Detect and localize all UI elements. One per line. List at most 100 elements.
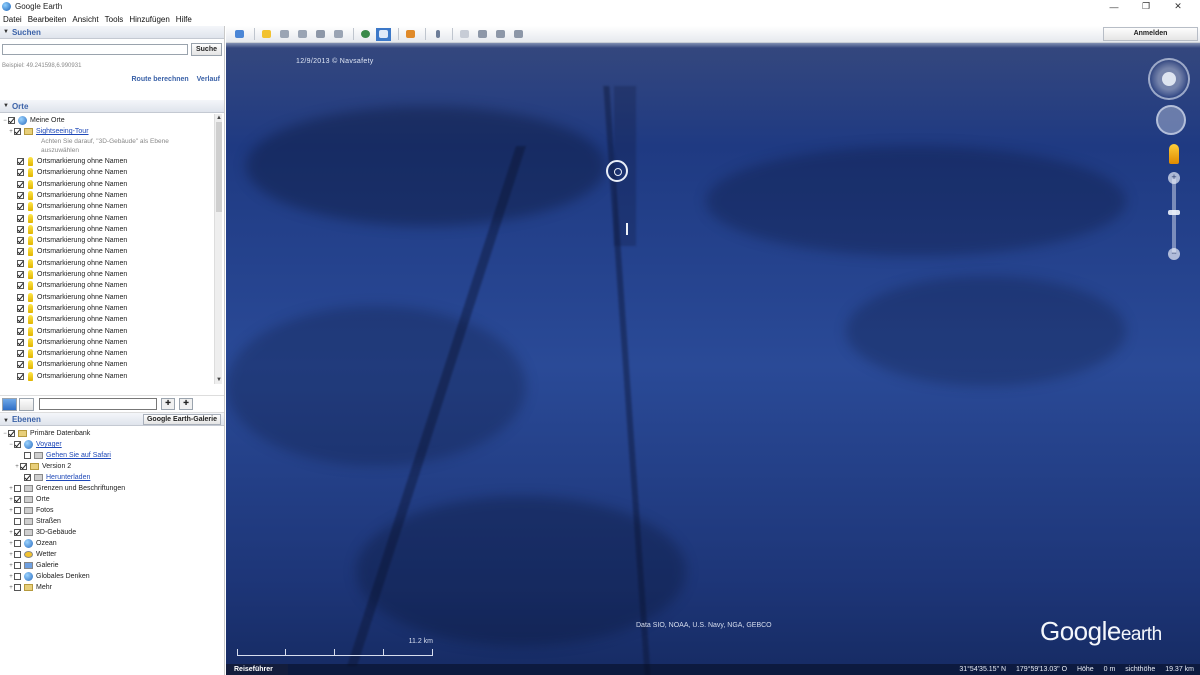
save-image-button[interactable] <box>493 28 508 41</box>
layer-buildings[interactable]: + 3D-Gebäude <box>8 527 76 538</box>
checkbox[interactable] <box>8 430 15 437</box>
layer-link[interactable]: Herunterladen <box>46 474 90 481</box>
checkbox[interactable] <box>14 573 21 580</box>
layer-primary[interactable]: − Primäre Datenbank <box>2 428 90 439</box>
checkbox[interactable] <box>17 259 24 267</box>
placemark-item[interactable]: Ortsmarkierung ohne Namen <box>17 179 127 190</box>
checkbox[interactable] <box>17 293 24 301</box>
checkbox[interactable] <box>17 372 24 380</box>
layer-link[interactable]: Voyager <box>36 441 62 448</box>
layers-view-button[interactable] <box>19 397 34 411</box>
sign-in-button[interactable]: Anmelden <box>1103 27 1198 41</box>
layer-photos[interactable]: + Fotos <box>8 505 54 516</box>
print-button[interactable] <box>475 28 490 41</box>
tree-link[interactable]: Sightseeing-Tour <box>36 128 89 135</box>
layer-link[interactable]: Gehen Sie auf Safari <box>46 452 111 459</box>
street-view-pegman-icon[interactable] <box>1169 144 1179 164</box>
places-scrollbar[interactable]: ▲ ▼ <box>214 114 222 384</box>
close-button[interactable]: ✕ <box>1162 1 1194 12</box>
checkbox[interactable] <box>17 169 24 177</box>
menu-ansicht[interactable]: Ansicht <box>69 15 101 24</box>
placemark-item[interactable]: Ortsmarkierung ohne Namen <box>17 337 127 348</box>
placemark-item[interactable]: Ortsmarkierung ohne Namen <box>17 303 127 314</box>
placemark-item[interactable]: Ortsmarkierung ohne Namen <box>17 269 127 280</box>
placemark-item[interactable]: Ortsmarkierung ohne Namen <box>17 235 127 246</box>
checkbox[interactable] <box>17 248 24 256</box>
placemark-item[interactable]: Ortsmarkierung ohne Namen <box>17 246 127 257</box>
tour-guide-button[interactable]: Reiseführer <box>226 664 288 675</box>
layer-borders[interactable]: + Grenzen und Beschriftungen <box>8 483 125 494</box>
ruler-button[interactable] <box>430 28 445 41</box>
menu-hilfe[interactable]: Hilfe <box>173 15 195 24</box>
checkbox[interactable] <box>14 529 21 536</box>
placemark-item[interactable]: Ortsmarkierung ohne Namen <box>17 167 127 178</box>
checkbox[interactable] <box>8 117 15 124</box>
placemark-button[interactable] <box>259 28 274 41</box>
placemark-item[interactable]: Ortsmarkierung ohne Namen <box>17 326 127 337</box>
look-around-control[interactable] <box>1148 58 1190 100</box>
record-tour-button[interactable] <box>331 28 346 41</box>
layer-download[interactable]: Herunterladen <box>24 472 90 483</box>
checkbox[interactable] <box>17 304 24 312</box>
zoom-slider[interactable] <box>1172 178 1176 254</box>
zoom-out-button[interactable]: − <box>1168 248 1180 260</box>
up-arrow-icon[interactable]: ✚ <box>179 398 193 410</box>
planets-button[interactable] <box>403 28 418 41</box>
sidebar-toggle-button[interactable] <box>232 28 247 41</box>
layer-version[interactable]: + Version 2 <box>14 461 71 472</box>
checkbox[interactable] <box>17 282 24 290</box>
menu-tools[interactable]: Tools <box>102 15 127 24</box>
menu-hinzufuegen[interactable]: Hinzufügen <box>126 15 172 24</box>
earth-view[interactable]: Anmelden 12/9/2013 © Navsafety + − Data … <box>226 26 1200 675</box>
placemark-item[interactable]: Ortsmarkierung ohne Namen <box>17 314 127 325</box>
checkbox[interactable] <box>14 584 21 591</box>
placemark-item[interactable]: Ortsmarkierung ohne Namen <box>17 359 127 370</box>
placemark-item[interactable]: Ortsmarkierung ohne Namen <box>17 348 127 359</box>
menu-bearbeiten[interactable]: Bearbeiten <box>25 15 70 24</box>
layer-roads[interactable]: Straßen <box>8 516 61 527</box>
search-button[interactable]: Suche <box>191 43 222 56</box>
compass-icon[interactable] <box>1162 72 1176 86</box>
route-link[interactable]: Route berechnen <box>132 76 189 83</box>
checkbox[interactable] <box>14 441 21 448</box>
checkbox[interactable] <box>17 180 24 188</box>
checkbox[interactable] <box>17 338 24 346</box>
move-control[interactable] <box>1156 105 1186 135</box>
layer-weather[interactable]: + Wetter <box>8 549 57 560</box>
placemark-item[interactable]: Ortsmarkierung ohne Namen <box>17 258 127 269</box>
checkbox[interactable] <box>17 271 24 278</box>
placemark-item[interactable]: Ortsmarkierung ohne Namen <box>17 201 127 212</box>
placemark-item[interactable]: Ortsmarkierung ohne Namen <box>17 371 127 382</box>
path-button[interactable] <box>295 28 310 41</box>
placemark-item[interactable]: Ortsmarkierung ohne Namen <box>17 213 127 224</box>
overlay-button[interactable] <box>313 28 328 41</box>
down-arrow-icon[interactable]: ✚ <box>161 398 175 410</box>
places-view-button[interactable] <box>2 397 17 411</box>
placemark-item[interactable]: Ortsmarkierung ohne Namen <box>17 224 127 235</box>
zoom-thumb[interactable] <box>1168 210 1180 215</box>
layer-places[interactable]: + Orte <box>8 494 50 505</box>
places-filter-input[interactable] <box>39 398 157 410</box>
layer-voyager[interactable]: − Voyager <box>8 439 62 450</box>
checkbox[interactable] <box>14 507 21 514</box>
maps-button[interactable] <box>511 28 526 41</box>
placemark-item[interactable]: Ortsmarkierung ohne Namen <box>17 190 127 201</box>
layer-gallery[interactable]: + Galerie <box>8 560 59 571</box>
layer-ocean[interactable]: + Ozean <box>8 538 57 549</box>
checkbox[interactable] <box>17 316 24 324</box>
collapse-arrow-icon[interactable]: ▼ <box>3 29 9 35</box>
checkbox[interactable] <box>24 474 31 481</box>
checkbox[interactable] <box>17 350 24 358</box>
polygon-button[interactable] <box>277 28 292 41</box>
checkbox[interactable] <box>14 518 21 525</box>
menu-datei[interactable]: Datei <box>0 15 25 24</box>
checkbox[interactable] <box>17 225 24 233</box>
zoom-in-button[interactable]: + <box>1168 172 1180 184</box>
places-panel-header[interactable]: ▼ Orte <box>0 100 224 113</box>
checkbox[interactable] <box>17 191 24 199</box>
checkbox[interactable] <box>17 214 24 222</box>
checkbox[interactable] <box>24 452 31 459</box>
checkbox[interactable] <box>14 562 21 569</box>
scroll-down-icon[interactable]: ▼ <box>215 376 223 384</box>
checkbox[interactable] <box>14 551 21 558</box>
